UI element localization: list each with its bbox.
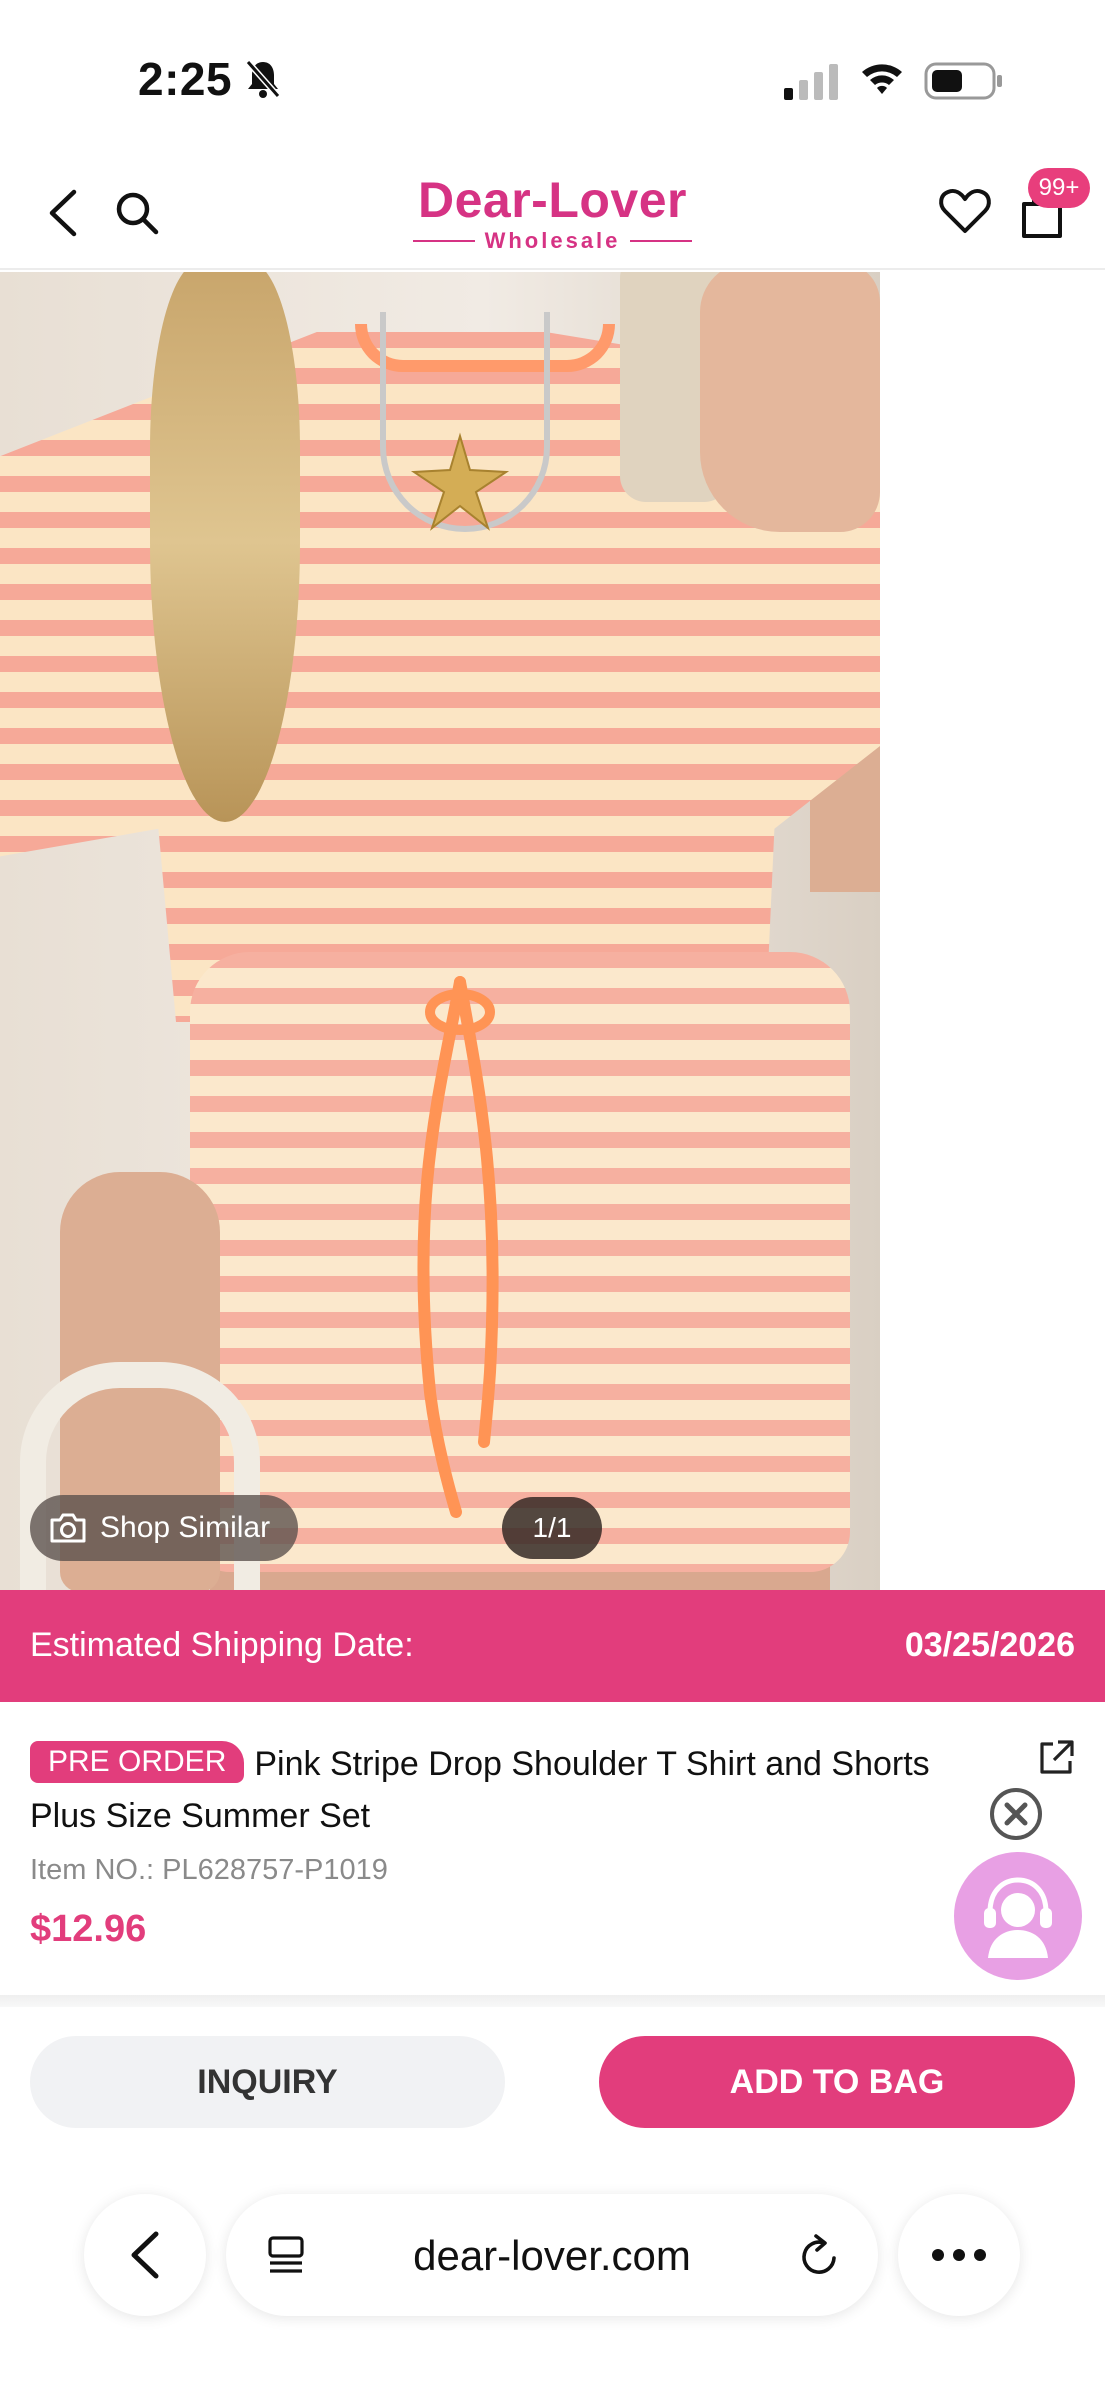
product-image[interactable]: Shop Similar 1/1 xyxy=(0,272,880,1590)
brand-logo[interactable]: Dear-Lover Wholesale xyxy=(380,172,725,262)
signal-icon xyxy=(784,64,838,100)
image-striped-shorts xyxy=(190,952,850,1572)
shipping-date-value: 03/25/2026 xyxy=(904,1626,1075,1664)
item-number: Item NO.: PL628757-P1019 xyxy=(30,1854,388,1886)
logo-line-right xyxy=(630,240,693,242)
status-bar: 2:25 xyxy=(0,0,1105,150)
shipping-banner: Estimated Shipping Date: 03/25/2026 xyxy=(0,1590,1105,1702)
share-icon[interactable] xyxy=(1036,1738,1076,1778)
product-info: PRE ORDER Pink Stripe Drop Shoulder T Shi… xyxy=(0,1702,1105,2002)
browser-more-button[interactable] xyxy=(898,2194,1020,2316)
headset-agent-icon xyxy=(984,1877,1052,1958)
browser-back-button[interactable] xyxy=(84,2194,206,2316)
logo-line-left xyxy=(412,240,475,242)
pre-order-badge: PRE ORDER xyxy=(30,1741,245,1783)
logo-sub-text: Wholesale xyxy=(484,228,621,253)
logo-main-text: Dear-Lover xyxy=(418,172,687,228)
section-divider xyxy=(0,1995,1105,2007)
image-drawstring xyxy=(417,976,499,1518)
shipping-date-label: Estimated Shipping Date: xyxy=(30,1626,414,1664)
customer-support-button[interactable] xyxy=(954,1852,1082,1980)
browser-toolbar: dear-lover.com xyxy=(0,2150,1105,2400)
back-arrow-icon[interactable] xyxy=(42,188,82,238)
image-hand xyxy=(700,272,880,532)
starfish-pendant-icon xyxy=(410,432,510,531)
site-header: Dear-Lover Wholesale 99+ xyxy=(0,150,1105,270)
bell-slash-icon xyxy=(245,60,281,98)
more-icon xyxy=(932,2249,986,2261)
shop-similar-label: Shop Similar xyxy=(100,1511,271,1544)
status-time: 2:25 xyxy=(138,53,233,105)
battery-icon xyxy=(924,62,1002,100)
image-hair xyxy=(150,272,300,822)
search-icon[interactable] xyxy=(112,188,162,238)
product-title-block: PRE ORDER Pink Stripe Drop Shoulder T Shi… xyxy=(30,1738,990,1842)
product-price: $12.96 xyxy=(30,1908,147,1950)
shop-similar-button[interactable]: Shop Similar xyxy=(30,1495,299,1561)
address-bar[interactable]: dear-lover.com xyxy=(226,2194,878,2316)
heart-icon[interactable] xyxy=(938,186,992,236)
bag-count-badge: 99+ xyxy=(1028,168,1090,208)
logo-sub-row: Wholesale xyxy=(380,228,725,254)
chevron-left-icon xyxy=(131,2231,159,2279)
add-to-bag-button[interactable]: ADD TO BAG xyxy=(599,2036,1075,2128)
image-page-indicator: 1/1 xyxy=(502,1497,602,1559)
camera-icon xyxy=(50,1513,86,1543)
close-circle-icon[interactable] xyxy=(988,1786,1044,1842)
reload-icon[interactable] xyxy=(796,2232,842,2280)
url-text: dear-lover.com xyxy=(413,2232,691,2279)
wifi-icon xyxy=(862,64,902,94)
inquiry-button[interactable]: INQUIRY xyxy=(30,2036,505,2128)
